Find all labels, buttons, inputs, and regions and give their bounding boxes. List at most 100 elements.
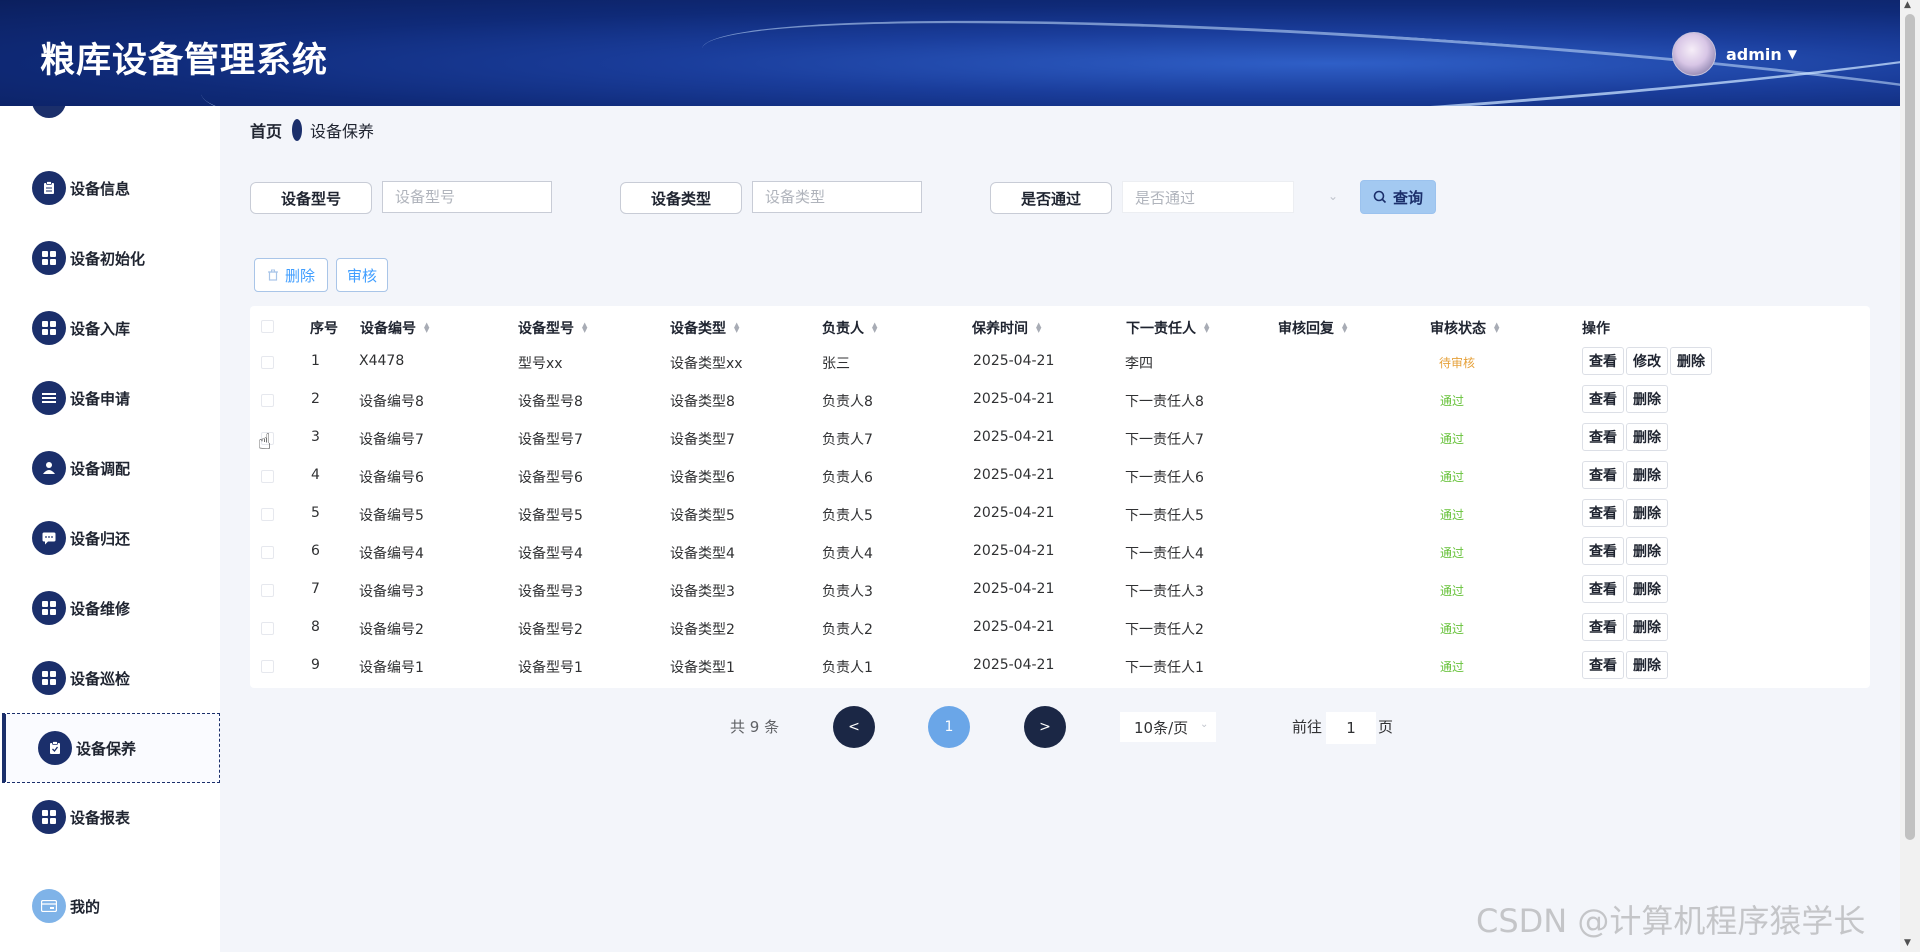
goto-page-input[interactable]	[1326, 712, 1376, 744]
cell-date: 2025-04-21	[973, 429, 1055, 445]
sort-caret-icon[interactable]: ▲ ▼	[734, 322, 739, 334]
username[interactable]: admin	[1726, 45, 1782, 64]
sort-caret-icon[interactable]: ▲ ▼	[1204, 322, 1209, 334]
avatar[interactable]	[1672, 32, 1716, 76]
cell-date: 2025-04-21	[973, 581, 1055, 597]
delete-button[interactable]: 删除	[1626, 651, 1668, 679]
prev-page-button[interactable]: <	[833, 706, 875, 748]
delete-button[interactable]: 删除	[1626, 575, 1668, 603]
page-number-button[interactable]: 1	[928, 706, 970, 748]
sidebar-item-label: 设备归还	[70, 529, 131, 548]
column-header[interactable]: 负责人 ▲ ▼	[822, 318, 877, 338]
status-badge: 通过	[1440, 508, 1465, 522]
cell-index: 2	[311, 391, 320, 407]
view-button[interactable]: 查看	[1582, 575, 1624, 603]
row-checkbox[interactable]	[261, 508, 274, 521]
delete-button[interactable]: 删除	[1670, 347, 1712, 375]
sidebar-item-11[interactable]: 我的	[0, 871, 220, 941]
grid-icon	[32, 800, 66, 834]
page-number-label: 1	[944, 719, 954, 735]
delete-button[interactable]: 删除	[1626, 461, 1668, 489]
scroll-up-arrow-icon[interactable]: ▲	[1904, 0, 1911, 10]
cell-next: 下一责任人4	[1125, 546, 1204, 562]
cell-owner: 负责人2	[822, 622, 873, 638]
delete-button[interactable]: 删除	[1626, 499, 1668, 527]
column-header[interactable]: 设备类型 ▲ ▼	[670, 318, 739, 338]
status-badge: 待审核	[1439, 356, 1476, 370]
query-button[interactable]: 查询	[1360, 180, 1436, 214]
row-checkbox[interactable]	[261, 470, 274, 483]
pass-select[interactable]: 是否通过	[1122, 181, 1294, 213]
sidebar-item-4[interactable]: 设备申请	[0, 363, 220, 433]
sidebar-item-1[interactable]: 设备信息	[0, 153, 220, 223]
sort-caret-icon[interactable]: ▲ ▼	[582, 322, 587, 334]
sidebar-item-10[interactable]: 设备报表	[0, 782, 220, 852]
view-button[interactable]: 查看	[1582, 499, 1624, 527]
sort-caret-icon[interactable]: ▲ ▼	[1036, 322, 1041, 334]
sort-caret-icon[interactable]: ▲ ▼	[1494, 322, 1499, 334]
row-checkbox[interactable]	[261, 660, 274, 673]
caret-down-icon[interactable]: ▼	[1788, 47, 1797, 61]
grid-icon	[32, 241, 66, 275]
delete-button[interactable]: 删除	[1626, 613, 1668, 641]
sort-caret-icon[interactable]: ▲ ▼	[872, 322, 877, 334]
cell-code: 设备编号4	[359, 546, 424, 562]
list-icon	[32, 381, 66, 415]
row-checkbox[interactable]	[261, 622, 274, 635]
delete-button[interactable]: 删除	[1626, 537, 1668, 565]
view-button[interactable]: 查看	[1582, 613, 1624, 641]
column-header[interactable]: 下一责任人 ▲ ▼	[1126, 318, 1209, 338]
edit-button[interactable]: 修改	[1626, 347, 1668, 375]
sidebar-item-5[interactable]: 设备调配	[0, 433, 220, 503]
view-button[interactable]: 查看	[1582, 461, 1624, 489]
sort-caret-icon[interactable]: ▲ ▼	[1342, 322, 1347, 334]
cell-index: 6	[311, 543, 320, 559]
cell-date: 2025-04-21	[973, 543, 1055, 559]
chevron-down-icon[interactable]: ⌄	[1200, 719, 1208, 730]
sidebar-item-3[interactable]: 设备入库	[0, 293, 220, 363]
audit-button[interactable]: 审核	[336, 258, 388, 292]
row-checkbox[interactable]	[261, 546, 274, 559]
column-header-label: 审核回复	[1278, 321, 1334, 337]
column-header[interactable]: 设备编号 ▲ ▼	[360, 318, 429, 338]
view-button[interactable]: 查看	[1582, 423, 1624, 451]
column-header-label: 设备类型	[670, 321, 726, 337]
scroll-down-arrow-icon[interactable]: ▼	[1904, 938, 1911, 948]
view-button[interactable]: 查看	[1582, 347, 1624, 375]
cell-index: 5	[311, 505, 320, 521]
sidebar-item-2[interactable]: 设备初始化	[0, 223, 220, 293]
row-checkbox[interactable]	[261, 394, 274, 407]
scrollbar-thumb[interactable]	[1905, 14, 1915, 840]
clipboard-icon	[32, 171, 66, 205]
type-search-input[interactable]	[752, 181, 922, 213]
sidebar-item-6[interactable]: 设备归还	[0, 503, 220, 573]
cell-model: 设备型号3	[518, 584, 583, 600]
row-checkbox[interactable]	[261, 584, 274, 597]
sort-caret-icon[interactable]: ▲ ▼	[424, 322, 429, 334]
sidebar-item-9[interactable]: 设备保养	[2, 713, 220, 783]
pagination-total: 共 9 条	[730, 718, 780, 736]
next-page-button[interactable]: >	[1024, 706, 1066, 748]
view-button[interactable]: 查看	[1582, 385, 1624, 413]
breadcrumb-home[interactable]: 首页	[250, 118, 282, 142]
clipboard-check-icon	[38, 731, 72, 765]
row-checkbox[interactable]	[261, 356, 274, 369]
sidebar-item-8[interactable]: 设备巡检	[0, 643, 220, 713]
column-header[interactable]: 审核回复 ▲ ▼	[1278, 318, 1347, 338]
column-header[interactable]: 设备型号 ▲ ▼	[518, 318, 587, 338]
column-header[interactable]: 保养时间 ▲ ▼	[972, 318, 1041, 338]
column-header-label: 设备编号	[360, 321, 416, 337]
menu-icon-partial[interactable]	[32, 106, 66, 118]
delete-button[interactable]: 删除	[1626, 423, 1668, 451]
delete-button[interactable]: 删除	[1626, 385, 1668, 413]
chevron-down-icon[interactable]: ⌄	[1328, 189, 1338, 203]
sidebar-item-7[interactable]: 设备维修	[0, 573, 220, 643]
cell-next: 李四	[1125, 356, 1153, 372]
select-all-checkbox[interactable]	[261, 320, 274, 333]
view-button[interactable]: 查看	[1582, 651, 1624, 679]
column-header[interactable]: 审核状态 ▲ ▼	[1430, 318, 1499, 338]
user-menu[interactable]: admin ▼	[1672, 32, 1797, 76]
view-button[interactable]: 查看	[1582, 537, 1624, 565]
model-search-input[interactable]	[382, 181, 552, 213]
batch-delete-button[interactable]: 删除	[254, 258, 328, 292]
